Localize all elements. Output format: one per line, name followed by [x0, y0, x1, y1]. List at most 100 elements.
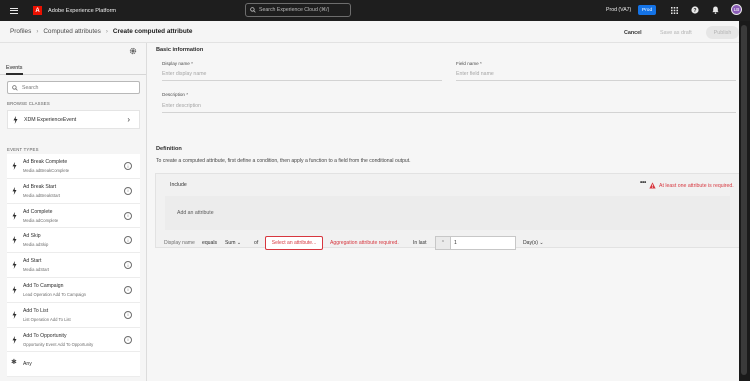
list-item[interactable]: Ad Complete Media adComplete i	[7, 203, 140, 229]
search-icon	[250, 7, 256, 13]
list-item[interactable]: Ad Break Start Media adBreakStart i	[7, 178, 140, 204]
chevron-right-icon: ›	[105, 28, 108, 35]
event-subtitle: Media adSkip	[23, 242, 49, 248]
event-search-input[interactable]: Search	[7, 81, 140, 94]
event-subtitle: Media adBreakComplete	[23, 168, 70, 173]
time-unit-value: Day(s)	[523, 240, 538, 246]
description-label: Description *	[162, 92, 189, 97]
field-name-field[interactable]: Enter field name	[456, 68, 736, 81]
event-title: Ad Break Start	[23, 183, 57, 190]
help-icon[interactable]: ?	[690, 5, 700, 15]
alert-icon	[649, 182, 656, 189]
list-item[interactable]: Ad Break Complete Media adBreakComplete …	[7, 154, 140, 179]
event-subtitle: Media adStart	[23, 267, 50, 273]
page-header: Profiles › Computed attributes › Create …	[0, 21, 750, 43]
lightning-icon	[12, 335, 17, 344]
event-title: Add To Campaign	[23, 282, 64, 289]
asterisk-icon: ✱	[11, 359, 17, 367]
org-switcher[interactable]: Prod (VA7)	[606, 7, 631, 13]
chevron-down-icon: ⌄	[236, 240, 242, 246]
avatar[interactable]: LB	[731, 4, 742, 15]
save-draft-button[interactable]: Save as draft	[660, 26, 692, 39]
browse-classes-label: BROWSE CLASSES	[7, 101, 50, 106]
attribute-required-error: At least one attribute is required.	[649, 182, 734, 189]
chevron-right-icon: ›	[127, 115, 130, 124]
info-icon[interactable]: i	[124, 310, 132, 319]
tab-events[interactable]: Events	[6, 65, 22, 71]
definition-description: To create a computed attribute, first de…	[156, 158, 411, 164]
bell-icon[interactable]	[710, 5, 720, 15]
list-item[interactable]: Ad Skip Media adSkip i	[7, 228, 140, 254]
lightning-icon	[12, 310, 17, 319]
publish-button[interactable]: Publish	[706, 26, 739, 39]
class-item-label: XDM ExperienceEvent	[24, 116, 77, 123]
list-item[interactable]: Add To Campaign Lead Operation Add To Ca…	[7, 277, 140, 303]
app-title[interactable]: Adobe Experience Platform	[48, 8, 116, 14]
attribute-drop-zone[interactable]: Add an attribute	[165, 196, 730, 230]
info-icon[interactable]: i	[124, 285, 132, 294]
apps-icon[interactable]	[669, 5, 679, 15]
function-dropdown[interactable]: Sum ⌄	[225, 240, 241, 246]
scrollbar-thumb[interactable]	[741, 25, 747, 375]
info-icon[interactable]: i	[124, 236, 132, 245]
search-icon	[12, 84, 18, 91]
list-item[interactable]: Add To Opportunity Opportunity Event Add…	[7, 327, 140, 353]
display-name-field[interactable]: Enter display name	[162, 68, 442, 81]
breadcrumb-computed-attributes[interactable]: Computed attributes	[43, 28, 101, 35]
chevron-down-icon: ⌄	[539, 240, 544, 246]
lightning-icon	[13, 115, 18, 124]
function-display-name: Display name	[164, 240, 195, 246]
select-attribute-button[interactable]: Select an attribute...	[265, 236, 323, 250]
include-label: Include	[170, 182, 187, 188]
display-name-placeholder: Enter display name	[162, 71, 207, 77]
description-field[interactable]: Enter description	[162, 100, 736, 113]
lightning-icon	[12, 211, 17, 220]
app-topbar: A Adobe Experience Platform Search Exper…	[0, 0, 750, 21]
field-name-placeholder: Enter field name	[456, 71, 494, 77]
error-text: At least one attribute is required.	[659, 182, 734, 189]
menu-icon[interactable]	[10, 6, 18, 15]
sandbox-badge[interactable]: Prod	[638, 5, 657, 15]
in-last-label: In last	[413, 240, 427, 246]
definition-heading: Definition	[156, 146, 182, 152]
info-icon[interactable]: i	[124, 186, 132, 195]
add-attribute-text: Add an attribute	[177, 210, 214, 216]
event-title: Ad Start	[23, 258, 42, 265]
list-item[interactable]: Ad Start Media adStart i	[7, 253, 140, 278]
event-title: Ad Skip	[23, 233, 41, 240]
info-icon[interactable]: i	[124, 162, 132, 170]
scrollbar[interactable]	[739, 21, 750, 381]
event-subtitle: Media adComplete	[23, 217, 59, 223]
stepper-value: 1	[454, 240, 457, 246]
more-options-icon[interactable]: •••	[640, 179, 646, 186]
info-icon[interactable]: i	[124, 211, 132, 220]
list-item[interactable]: Add To List List Operation Add To List i	[7, 302, 140, 328]
lightning-icon	[12, 162, 17, 170]
info-icon[interactable]: i	[124, 261, 132, 270]
stepper-arrows-icon[interactable]: ⌃	[436, 237, 451, 249]
event-subtitle: Opportunity Event Add To Opportunity	[23, 341, 94, 347]
event-subtitle: Media adBreakStart	[23, 192, 61, 198]
quantity-stepper[interactable]: ⌃ 1	[435, 236, 516, 250]
gear-icon[interactable]	[129, 47, 137, 57]
global-search-placeholder: Search Experience Cloud (⌘/)	[259, 7, 330, 13]
list-item-any[interactable]: ✱ Any	[7, 352, 140, 378]
function-value: Sum	[225, 240, 236, 246]
breadcrumb-profiles[interactable]: Profiles	[10, 28, 31, 35]
info-icon[interactable]: i	[124, 335, 132, 344]
event-subtitle: List Operation Add To List	[23, 316, 71, 322]
main-area: Profiles › Computed attributes › Create …	[0, 21, 750, 381]
event-subtitle: Lead Operation Add To Campaign	[23, 291, 87, 297]
function-of: of	[254, 240, 259, 246]
tab-indicator	[6, 73, 23, 75]
cancel-button[interactable]: Cancel	[624, 26, 642, 39]
left-panel: Events Search BROWSE CLASSES XDM Experie…	[0, 43, 147, 381]
event-title: Ad Complete	[23, 208, 53, 215]
global-search-input[interactable]: Search Experience Cloud (⌘/)	[245, 3, 351, 17]
event-title: Any	[23, 361, 32, 368]
description-placeholder: Enter description	[162, 103, 201, 109]
class-item-xdm-experienceevent[interactable]: XDM ExperienceEvent ›	[7, 110, 140, 129]
main-content: Basic information Display name * Enter d…	[148, 43, 750, 381]
svg-text:?: ?	[693, 8, 696, 14]
time-unit-dropdown[interactable]: Day(s) ⌄	[523, 240, 544, 246]
